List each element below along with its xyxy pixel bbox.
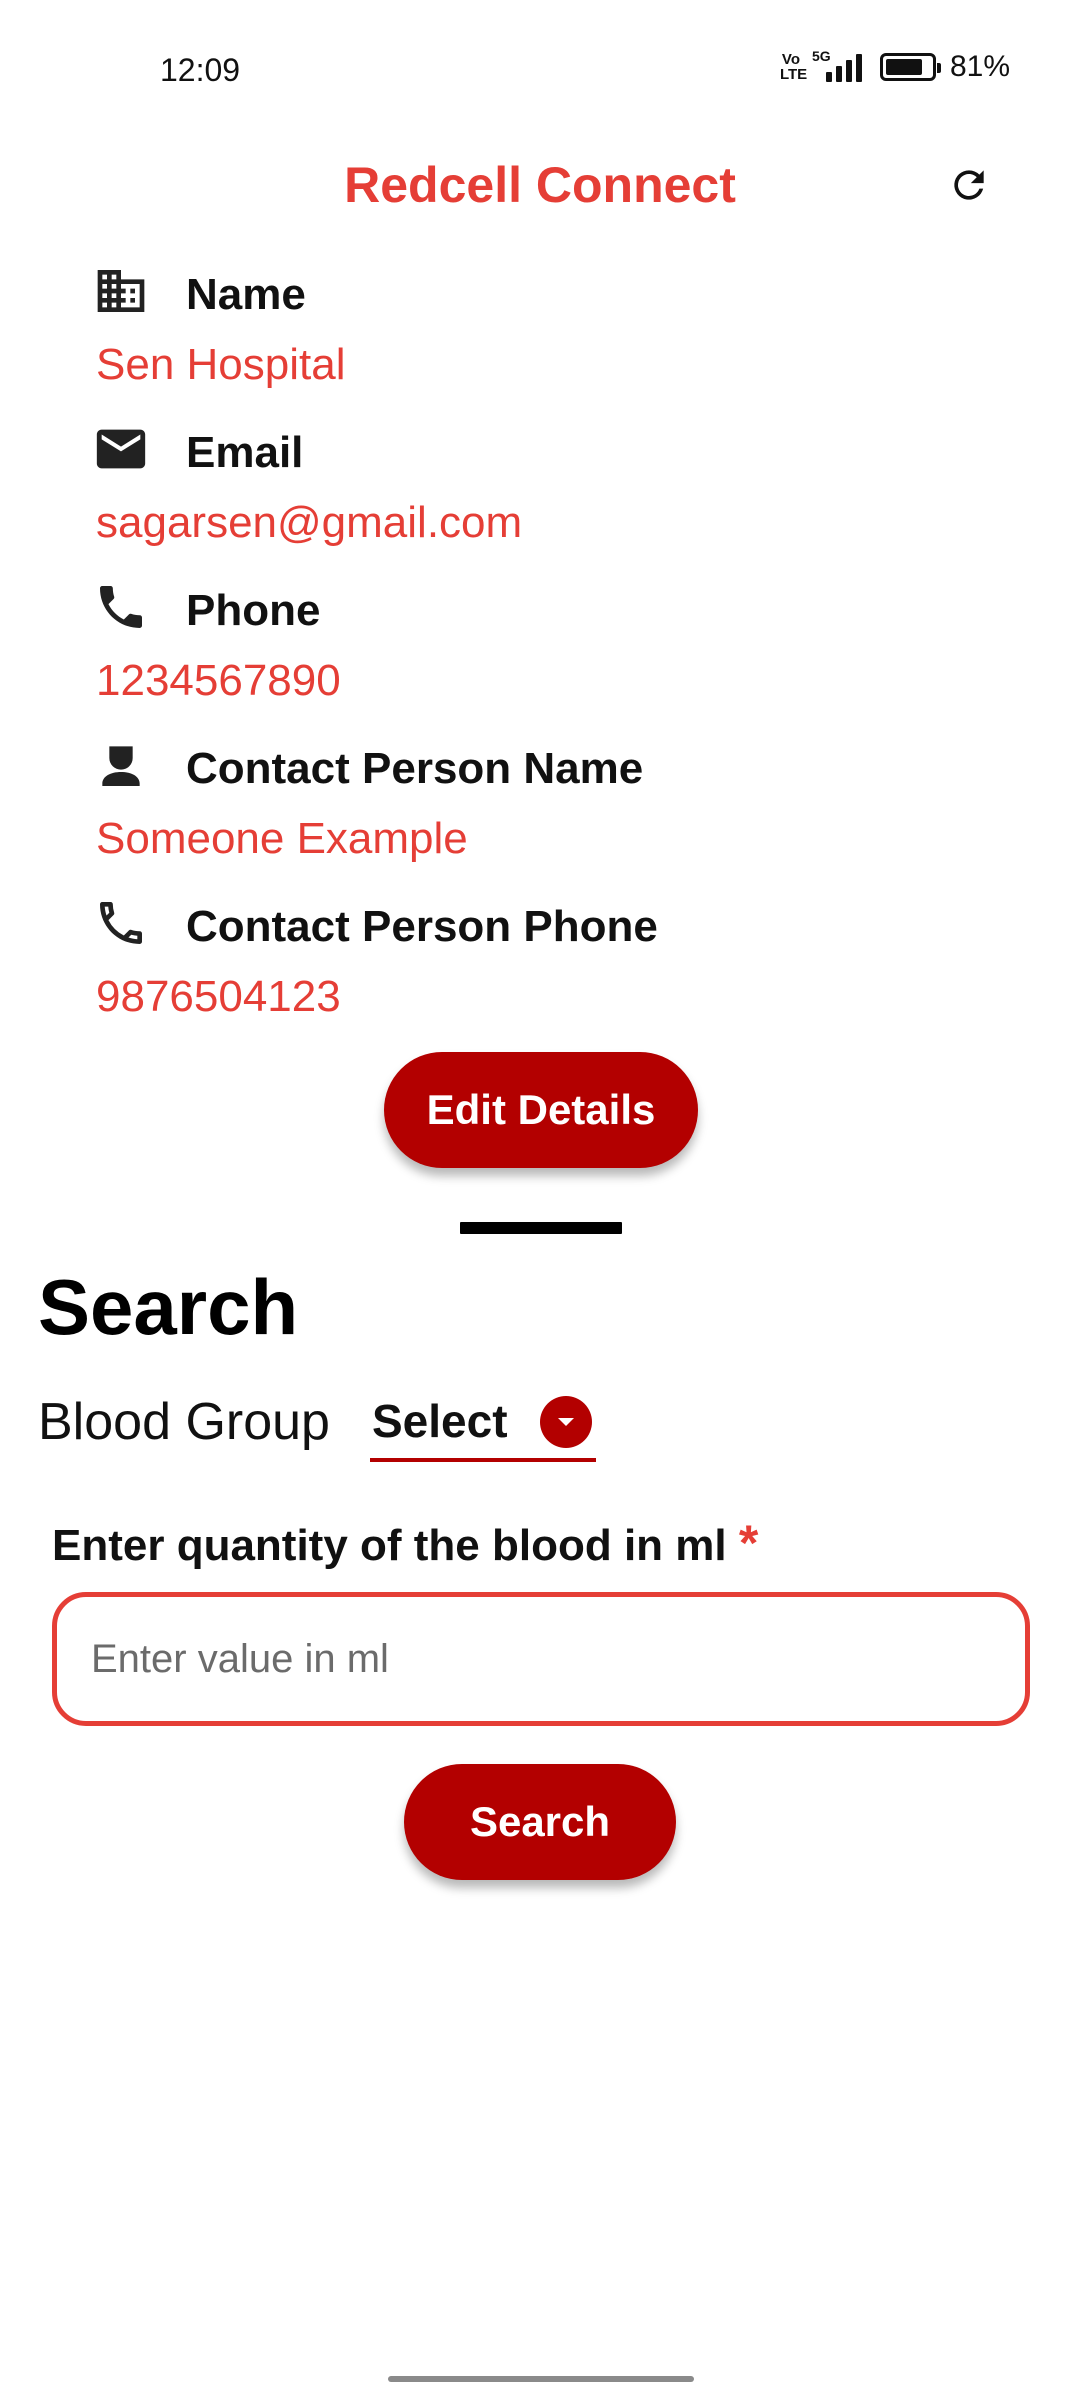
contact-person-name-value: Someone Example — [96, 814, 468, 863]
app-title: Redcell Connect — [344, 157, 736, 213]
signal-icon: 5G — [812, 48, 862, 82]
battery-icon — [879, 53, 941, 81]
quantity-label: Enter quantity of the blood in ml * — [52, 1515, 759, 1571]
blood-group-dropdown[interactable]: Select — [370, 1388, 596, 1462]
refresh-icon — [954, 170, 984, 200]
blood-group-label: Blood Group — [38, 1393, 330, 1451]
quantity-input[interactable] — [52, 1592, 1030, 1726]
name-label: Name — [186, 270, 306, 319]
volte-icon: Vo LTE — [779, 51, 808, 83]
name-value: Sen Hospital — [96, 340, 346, 389]
phone-outline-icon — [92, 894, 150, 952]
contact-person-phone-value: 9876504123 — [96, 972, 341, 1021]
building-icon — [92, 262, 150, 320]
refresh-button[interactable] — [944, 160, 994, 210]
blood-group-selected: Select — [372, 1395, 508, 1447]
search-title: Search — [38, 1263, 299, 1351]
dropdown-arrow-icon — [540, 1396, 592, 1448]
section-divider — [460, 1222, 622, 1234]
edit-details-button[interactable]: Edit Details — [384, 1052, 698, 1168]
home-indicator[interactable] — [388, 2376, 694, 2382]
search-button[interactable]: Search — [404, 1764, 676, 1880]
battery-percent: 81% — [949, 50, 1010, 83]
status-icons: Vo LTE 5G 81% — [779, 48, 1010, 84]
required-marker: * — [738, 1515, 759, 1571]
email-value: sagarsen@gmail.com — [96, 498, 523, 547]
email-icon — [92, 420, 150, 478]
battery-fill — [885, 59, 922, 75]
person-icon — [92, 736, 150, 794]
email-label: Email — [186, 428, 304, 477]
phone-icon — [92, 578, 150, 636]
status-bar: 12:09 Vo LTE 5G 81% — [0, 0, 1080, 110]
app-screen: 12:09 Vo LTE 5G 81% Redcell Connect Name… — [0, 0, 1080, 2400]
phone-label: Phone — [186, 586, 321, 635]
network-type: 5G — [811, 48, 831, 64]
status-time: 12:09 — [160, 52, 241, 88]
contact-person-name-label: Contact Person Name — [186, 744, 644, 793]
phone-value: 1234567890 — [96, 656, 341, 705]
contact-person-phone-label: Contact Person Phone — [186, 902, 658, 951]
